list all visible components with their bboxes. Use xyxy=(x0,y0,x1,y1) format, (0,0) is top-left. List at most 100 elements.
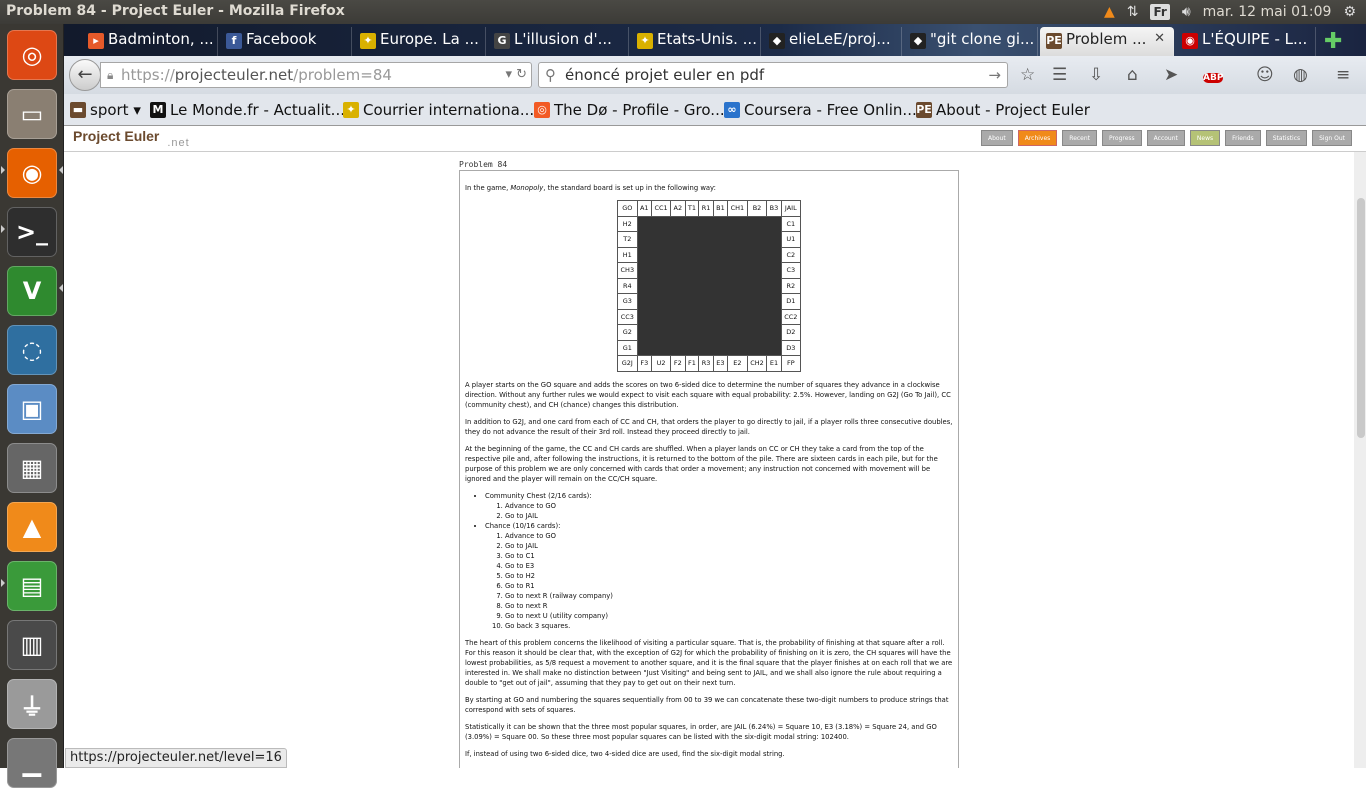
calculator-icon[interactable]: ▦ xyxy=(7,443,57,493)
intro-paragraph: In the game, Monopoly, the standard boar… xyxy=(465,184,716,192)
tab-8[interactable]: PE Problem ... ✕ xyxy=(1040,27,1174,56)
spreadsheet-icon[interactable]: ▤ xyxy=(7,561,57,611)
files-icon[interactable]: ▭ xyxy=(7,89,57,139)
home-icon[interactable]: ⌂ xyxy=(1127,65,1138,85)
page-scrollbar[interactable] xyxy=(1354,152,1366,768)
bookmark-label: Coursera - Free Onlin... xyxy=(744,101,917,119)
terminal-icon[interactable]: >_ xyxy=(7,207,57,257)
pe-nav-progress[interactable]: Progress xyxy=(1102,130,1142,146)
tab-4[interactable]: G L'illusion d'... xyxy=(488,27,629,56)
board-square: A1 xyxy=(636,200,652,217)
search-bar[interactable]: ⚲ énoncé projet euler en pdf → xyxy=(538,62,1008,88)
pe-nav-about[interactable]: About xyxy=(980,130,1013,146)
board-square: B3 xyxy=(766,200,782,217)
reading-list-icon[interactable]: ☰ xyxy=(1052,65,1067,85)
tab-favicon-icon: f xyxy=(226,33,242,49)
vlc-icon[interactable]: ▲ xyxy=(7,502,57,552)
ch-cards: Advance to GOGo to JAILGo to C1Go to E3G… xyxy=(505,531,953,631)
board-square: B2 xyxy=(746,200,768,217)
board-square: U2 xyxy=(650,355,672,372)
bookmark-favicon-icon: ▬ xyxy=(70,102,86,118)
board-row: H2 C1 xyxy=(617,215,802,356)
tab-7[interactable]: ◆ "git clone gi... xyxy=(904,27,1038,56)
globe-icon[interactable]: ◍ xyxy=(1293,65,1308,85)
new-tab-icon[interactable]: ✚ xyxy=(1324,29,1342,54)
pe-nav-recent[interactable]: Recent xyxy=(1062,130,1098,146)
keyboard-layout-indicator[interactable]: Fr xyxy=(1150,4,1170,20)
scrollbar-thumb[interactable] xyxy=(1357,198,1365,438)
tab-6[interactable]: ◆ elieLeE/proj... xyxy=(763,27,902,56)
board-square: G1 xyxy=(617,339,638,356)
vim-icon[interactable]: V xyxy=(7,266,57,316)
pe-logo[interactable]: Project Euler .net xyxy=(73,128,190,149)
bookmark-favicon-icon: PE xyxy=(916,102,932,118)
tab-3[interactable]: ✦ Europe. La ... xyxy=(354,27,486,56)
tab-9[interactable]: ◉ L'ÉQUIPE - L... xyxy=(1176,27,1316,56)
board-square: D3 xyxy=(780,339,802,356)
search-go-icon[interactable]: → xyxy=(988,63,1001,87)
paragraph-2: In addition to G2J, and one card from ea… xyxy=(465,417,953,436)
bookmark-favicon-icon: ◎ xyxy=(534,102,550,118)
send-icon[interactable]: ➤ xyxy=(1164,65,1178,85)
page-viewport: Project Euler .net About Archives Recent Pro… xyxy=(64,126,1366,768)
card-item: Go to E3 xyxy=(505,561,953,571)
pe-nav-sign-out[interactable]: Sign Out xyxy=(1312,130,1352,146)
board-square: JAIL xyxy=(780,200,802,217)
url-path: /problem=84 xyxy=(293,66,392,84)
workspaces-icon[interactable]: ▥ xyxy=(7,620,57,670)
adblock-icon[interactable]: ABP xyxy=(1203,65,1224,87)
volume-icon[interactable]: 🔊︎ xyxy=(1182,4,1191,20)
url-bar[interactable]: 🔒︎ https://projecteuler.net/problem=84 ▾ … xyxy=(100,62,532,88)
board-square: FP xyxy=(780,355,802,372)
bookmark-4[interactable]: ◎ The Dø - Profile - Gro... xyxy=(534,101,725,119)
bookmark-6[interactable]: PE About - Project Euler xyxy=(916,101,1090,119)
pe-nav-friends[interactable]: Friends xyxy=(1225,130,1261,146)
bookmark-5[interactable]: ∞ Coursera - Free Onlin... xyxy=(724,101,917,119)
pe-header: Project Euler .net About Archives Recent Pro… xyxy=(64,126,1366,152)
tab-5[interactable]: ✦ Etats-Unis. ... xyxy=(631,27,761,56)
card-list: Community Chest (2/16 cards):Advance to … xyxy=(485,491,953,631)
tab-1[interactable]: ▸ Badminton, ... xyxy=(82,27,218,56)
smiley-icon[interactable]: ☺ xyxy=(1256,65,1274,85)
reload-icon[interactable]: ▾ ↻ xyxy=(505,63,527,87)
bookmark-2[interactable]: M Le Monde.fr - Actualit... xyxy=(150,101,345,119)
ch-list-item: Chance (10/16 cards):Advance to GOGo to … xyxy=(485,521,953,631)
tab-close-icon[interactable]: ✕ xyxy=(1154,31,1165,46)
pe-nav-archives[interactable]: Archives xyxy=(1017,130,1058,146)
board-row: GO A1 CC1 A2 T1 R1 B1 CH1 B2 B3 JAIL xyxy=(617,200,802,217)
board-square: G2 xyxy=(617,324,638,341)
unity-launcher: ◎ ▭ ◉ >_ V ◌ ▣ ▦ ▲ ▤ ▥ ⏚ ▁ xyxy=(0,24,64,788)
board-square: E3 xyxy=(712,355,729,372)
tab-2[interactable]: f Facebook xyxy=(220,27,352,56)
usb-drive-icon[interactable]: ⏚ xyxy=(7,679,57,729)
pe-nav-statistics[interactable]: Statistics xyxy=(1265,130,1308,146)
firefox-icon[interactable]: ◉ xyxy=(7,148,57,198)
network-icon[interactable]: ◌ xyxy=(7,325,57,375)
bookmark-label: About - Project Euler xyxy=(936,101,1090,119)
bookmark-star-icon[interactable]: ☆ xyxy=(1020,65,1035,85)
bookmark-3[interactable]: ✦ Courrier internationa... xyxy=(343,101,534,119)
clock[interactable]: mar. 12 mai 01:09 xyxy=(1203,4,1332,20)
pe-nav-account[interactable]: Account xyxy=(1146,130,1185,146)
virtualbox-icon[interactable]: ▣ xyxy=(7,384,57,434)
bookmark-1[interactable]: ▬ sport ▾ xyxy=(70,101,141,119)
trash-icon[interactable]: ▁ xyxy=(7,738,57,788)
search-input[interactable]: énoncé projet euler en pdf xyxy=(565,66,764,84)
card-item: Go to R1 xyxy=(505,581,953,591)
vlc-tray-icon[interactable]: ▲ xyxy=(1104,4,1115,20)
network-updown-icon[interactable]: ⇅ xyxy=(1127,4,1139,20)
power-gear-icon[interactable]: ⚙ xyxy=(1343,4,1356,20)
pe-nav-news[interactable]: News xyxy=(1189,130,1221,146)
board-square: CC3 xyxy=(617,308,638,325)
board-square: G3 xyxy=(617,293,638,310)
tab-label: "git clone gi... xyxy=(930,30,1035,48)
downloads-icon[interactable]: ⇩ xyxy=(1089,65,1103,85)
board-square: H2 xyxy=(617,215,638,232)
ubuntu-dash-icon[interactable]: ◎ xyxy=(7,30,57,80)
back-button[interactable]: ← xyxy=(69,59,101,91)
bookmarks-toolbar: ▬ sport ▾ M Le Monde.fr - Actualit... ✦ Courr… xyxy=(64,94,1366,126)
board-square: C1 xyxy=(780,215,802,232)
tab-label: elieLeE/proj... xyxy=(789,30,891,48)
menu-icon[interactable]: ≡ xyxy=(1336,65,1350,85)
focus-indicator xyxy=(59,166,63,174)
